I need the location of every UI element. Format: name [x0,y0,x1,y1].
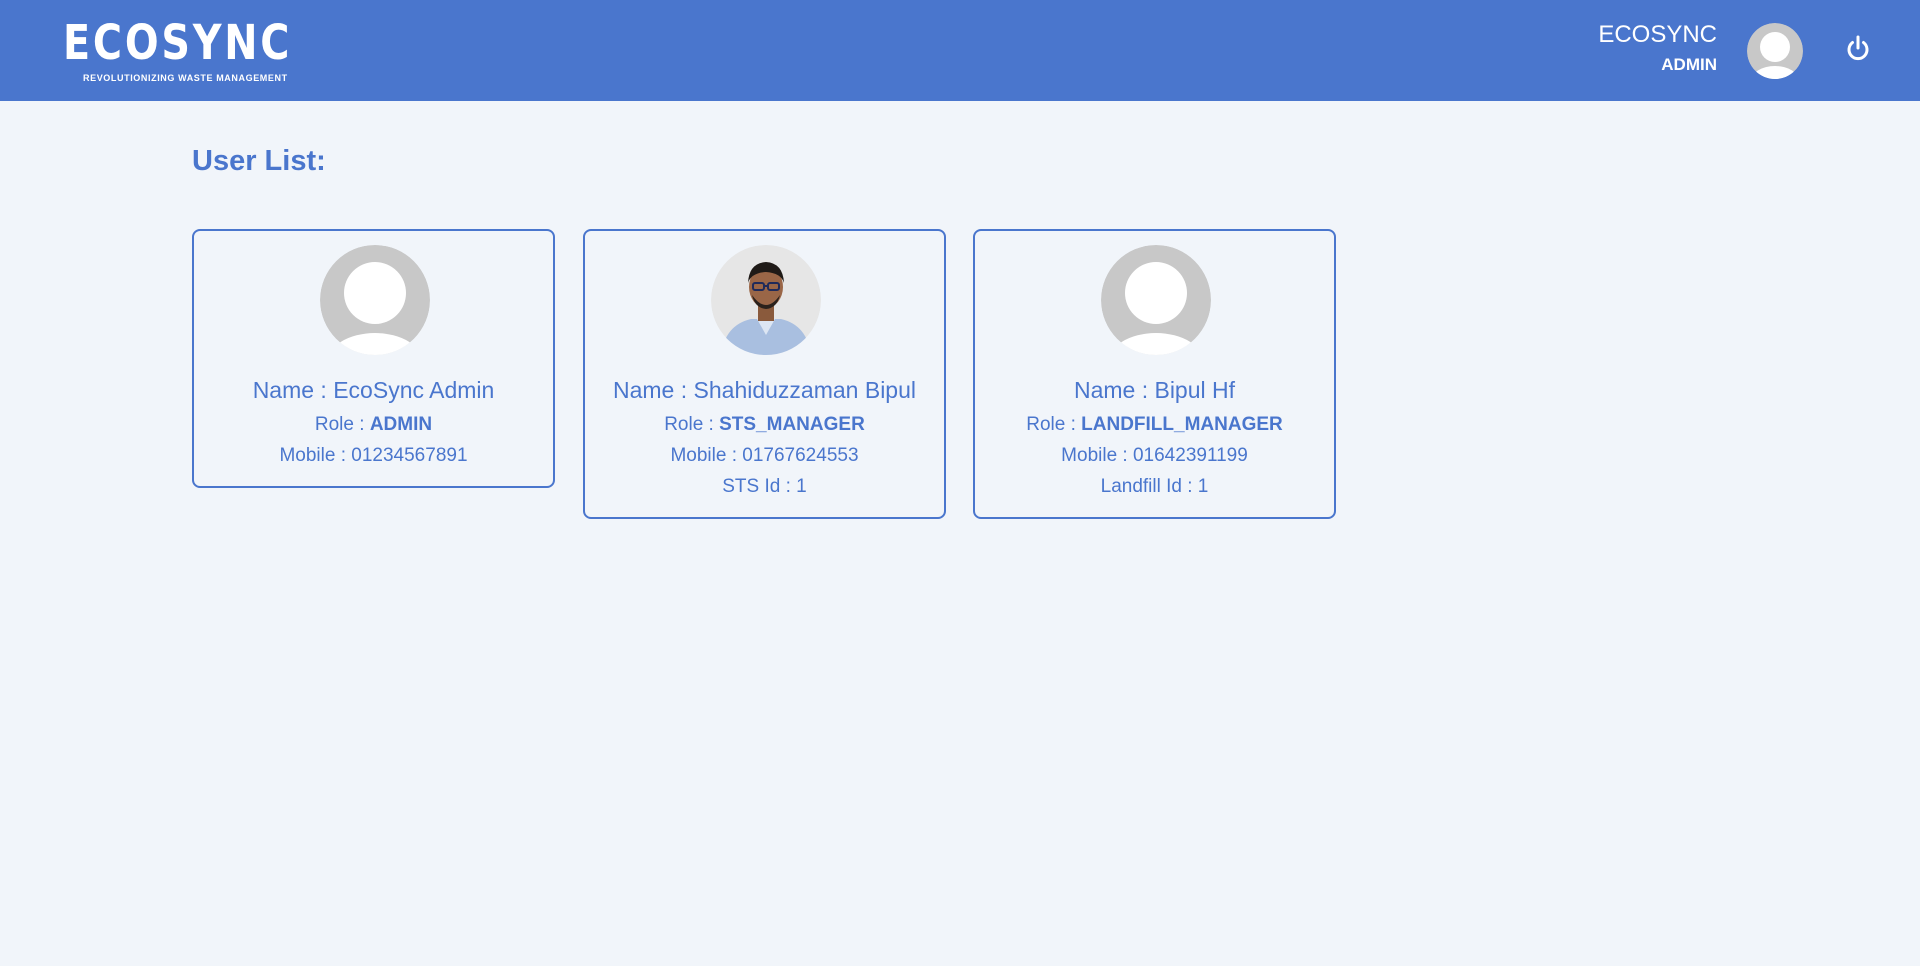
user-mobile: Mobile : 01234567891 [279,445,468,466]
user-role: Role : STS_MANAGER [664,414,865,435]
user-photo-icon [711,245,821,355]
top-navbar: ECOSYNC REVOLUTIONIZING WASTE MANAGEMENT… [0,0,1920,101]
user-card[interactable]: Name : EcoSync Admin Role : ADMIN Mobile… [192,229,555,488]
user-sts-id: STS Id : 1 [722,476,807,497]
default-user-avatar-icon [1747,23,1803,79]
user-avatar [711,245,821,355]
default-user-avatar-icon [320,245,430,355]
user-name: Name : Bipul Hf [1073,377,1236,403]
header-user-name: ECOSYNC [1598,21,1717,48]
default-user-avatar-icon [1101,245,1211,355]
user-landfill-id: Landfill Id : 1 [1100,476,1209,497]
logo-wordmark: ECOSYNC [63,15,293,71]
user-role: Role : ADMIN [314,414,433,435]
user-name: Name : Shahiduzzaman Bipul [612,377,916,403]
header-user-role: ADMIN [1661,55,1717,74]
ecosync-logo[interactable]: ECOSYNC REVOLUTIONIZING WASTE MANAGEMENT [63,18,289,88]
user-mobile: Mobile : 01767624553 [670,445,859,466]
logo-tagline: REVOLUTIONIZING WASTE MANAGEMENT [83,73,288,83]
power-icon [1847,35,1869,61]
user-avatar [320,245,430,355]
logout-button[interactable] [1843,33,1873,63]
user-card[interactable]: Name : Bipul Hf Role : LANDFILL_MANAGER … [973,229,1336,519]
user-card[interactable]: Name : Shahiduzzaman Bipul Role : STS_MA… [583,229,946,519]
page-title: User List: [192,145,326,177]
user-mobile: Mobile : 01642391199 [1061,445,1248,466]
user-role: Role : LANDFILL_MANAGER [1026,414,1283,435]
user-name: Name : EcoSync Admin [252,377,495,403]
header-avatar[interactable] [1747,23,1803,79]
user-avatar [1101,245,1211,355]
